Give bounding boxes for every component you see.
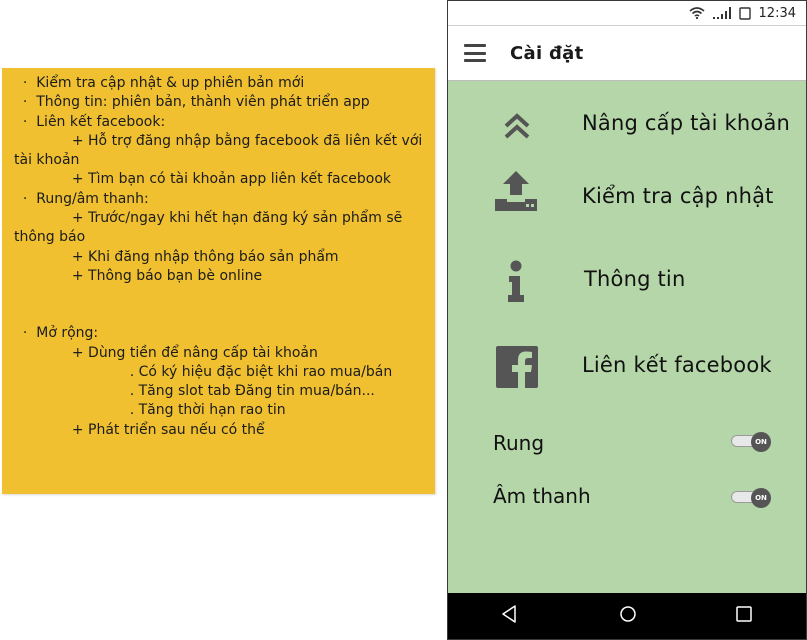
- note-line: thông báo: [14, 229, 86, 246]
- sticky-note: · Kiểm tra cập nhật & up phiên bản mới ·…: [2, 68, 435, 494]
- note-line: · Thông tin: phiên bản, thành viên phát …: [14, 94, 370, 111]
- double-chevron-up-icon: [500, 109, 534, 143]
- signal-icon: [712, 7, 731, 19]
- facebook-icon: [496, 346, 538, 388]
- status-time: 12:34: [758, 5, 796, 21]
- note-line: + Hỗ trợ đăng nhập bằng facebook đã liên…: [14, 132, 423, 149]
- menu-item-label: Thông tin: [584, 267, 686, 291]
- upload-icon: [493, 168, 539, 214]
- battery-icon: [738, 6, 751, 20]
- note-line: + Khi đăng nhập thông báo sản phẩm: [14, 248, 339, 265]
- note-line: · Mở rộng:: [14, 325, 99, 342]
- navigation-bar: [448, 593, 806, 639]
- note-line: · Rung/âm thanh:: [14, 190, 149, 207]
- note-line: · Kiểm tra cập nhật & up phiên bản mới: [14, 75, 305, 91]
- note-line: . Tăng slot tab Đăng tin mua/bán...: [14, 383, 375, 400]
- status-bar: 12:34: [448, 1, 806, 26]
- menu-item-label: Nâng cấp tài khoản: [582, 111, 791, 135]
- note-line: . Tăng thời hạn rao tin: [14, 402, 286, 419]
- menu-item-info[interactable]: Thông tin: [448, 256, 806, 306]
- sound-toggle[interactable]: ON: [731, 488, 771, 508]
- home-circle-icon: [619, 605, 637, 627]
- wifi-icon: [689, 7, 705, 19]
- note-line: + Phát triển sau nếu có thể: [14, 421, 265, 438]
- recents-button[interactable]: [728, 593, 760, 639]
- toggle-knob: ON: [751, 488, 771, 508]
- home-button[interactable]: [612, 593, 644, 639]
- app-bar: Cài đặt: [448, 26, 806, 81]
- page-title: Cài đặt: [510, 42, 584, 64]
- note-line: . Có ký hiệu đặc biệt khi rao mua/bán: [14, 363, 393, 380]
- toggle-knob: ON: [751, 432, 771, 452]
- note-spacer: [14, 286, 425, 324]
- note-line: + Dùng tiền để nâng cấp tài khoản: [14, 344, 318, 361]
- menu-item-check-update[interactable]: Kiểm tra cập nhật: [448, 166, 806, 226]
- vibrate-row: Rung ON: [448, 429, 806, 459]
- recents-square-icon: [736, 606, 752, 626]
- back-triangle-icon: [501, 605, 517, 627]
- menu-item-label: Liên kết facebook: [582, 353, 772, 377]
- menu-icon[interactable]: [464, 44, 486, 62]
- note-line: tài khoản: [14, 152, 80, 169]
- vibrate-label: Rung: [493, 431, 545, 455]
- note-line: · Liên kết facebook:: [14, 113, 166, 130]
- sound-label: Âm thanh: [493, 484, 591, 508]
- note-line: + Thông báo bạn bè online: [14, 267, 263, 284]
- phone-screen: 12:34 Cài đặt Nâng cấp tài khoản Kiểm tr…: [447, 0, 807, 640]
- note-line: + Tìm bạn có tài khoản app liên kết face…: [14, 171, 392, 188]
- back-button[interactable]: [493, 593, 525, 639]
- sound-row: Âm thanh ON: [448, 482, 806, 512]
- menu-item-upgrade-account[interactable]: Nâng cấp tài khoản: [448, 101, 806, 151]
- vibrate-toggle[interactable]: ON: [731, 432, 771, 452]
- menu-item-label: Kiểm tra cập nhật: [582, 184, 774, 208]
- menu-item-facebook-link[interactable]: Liên kết facebook: [448, 343, 806, 393]
- info-icon: [506, 259, 526, 303]
- note-line: + Trước/ngay khi hết hạn đăng ký sản phẩ…: [14, 210, 403, 227]
